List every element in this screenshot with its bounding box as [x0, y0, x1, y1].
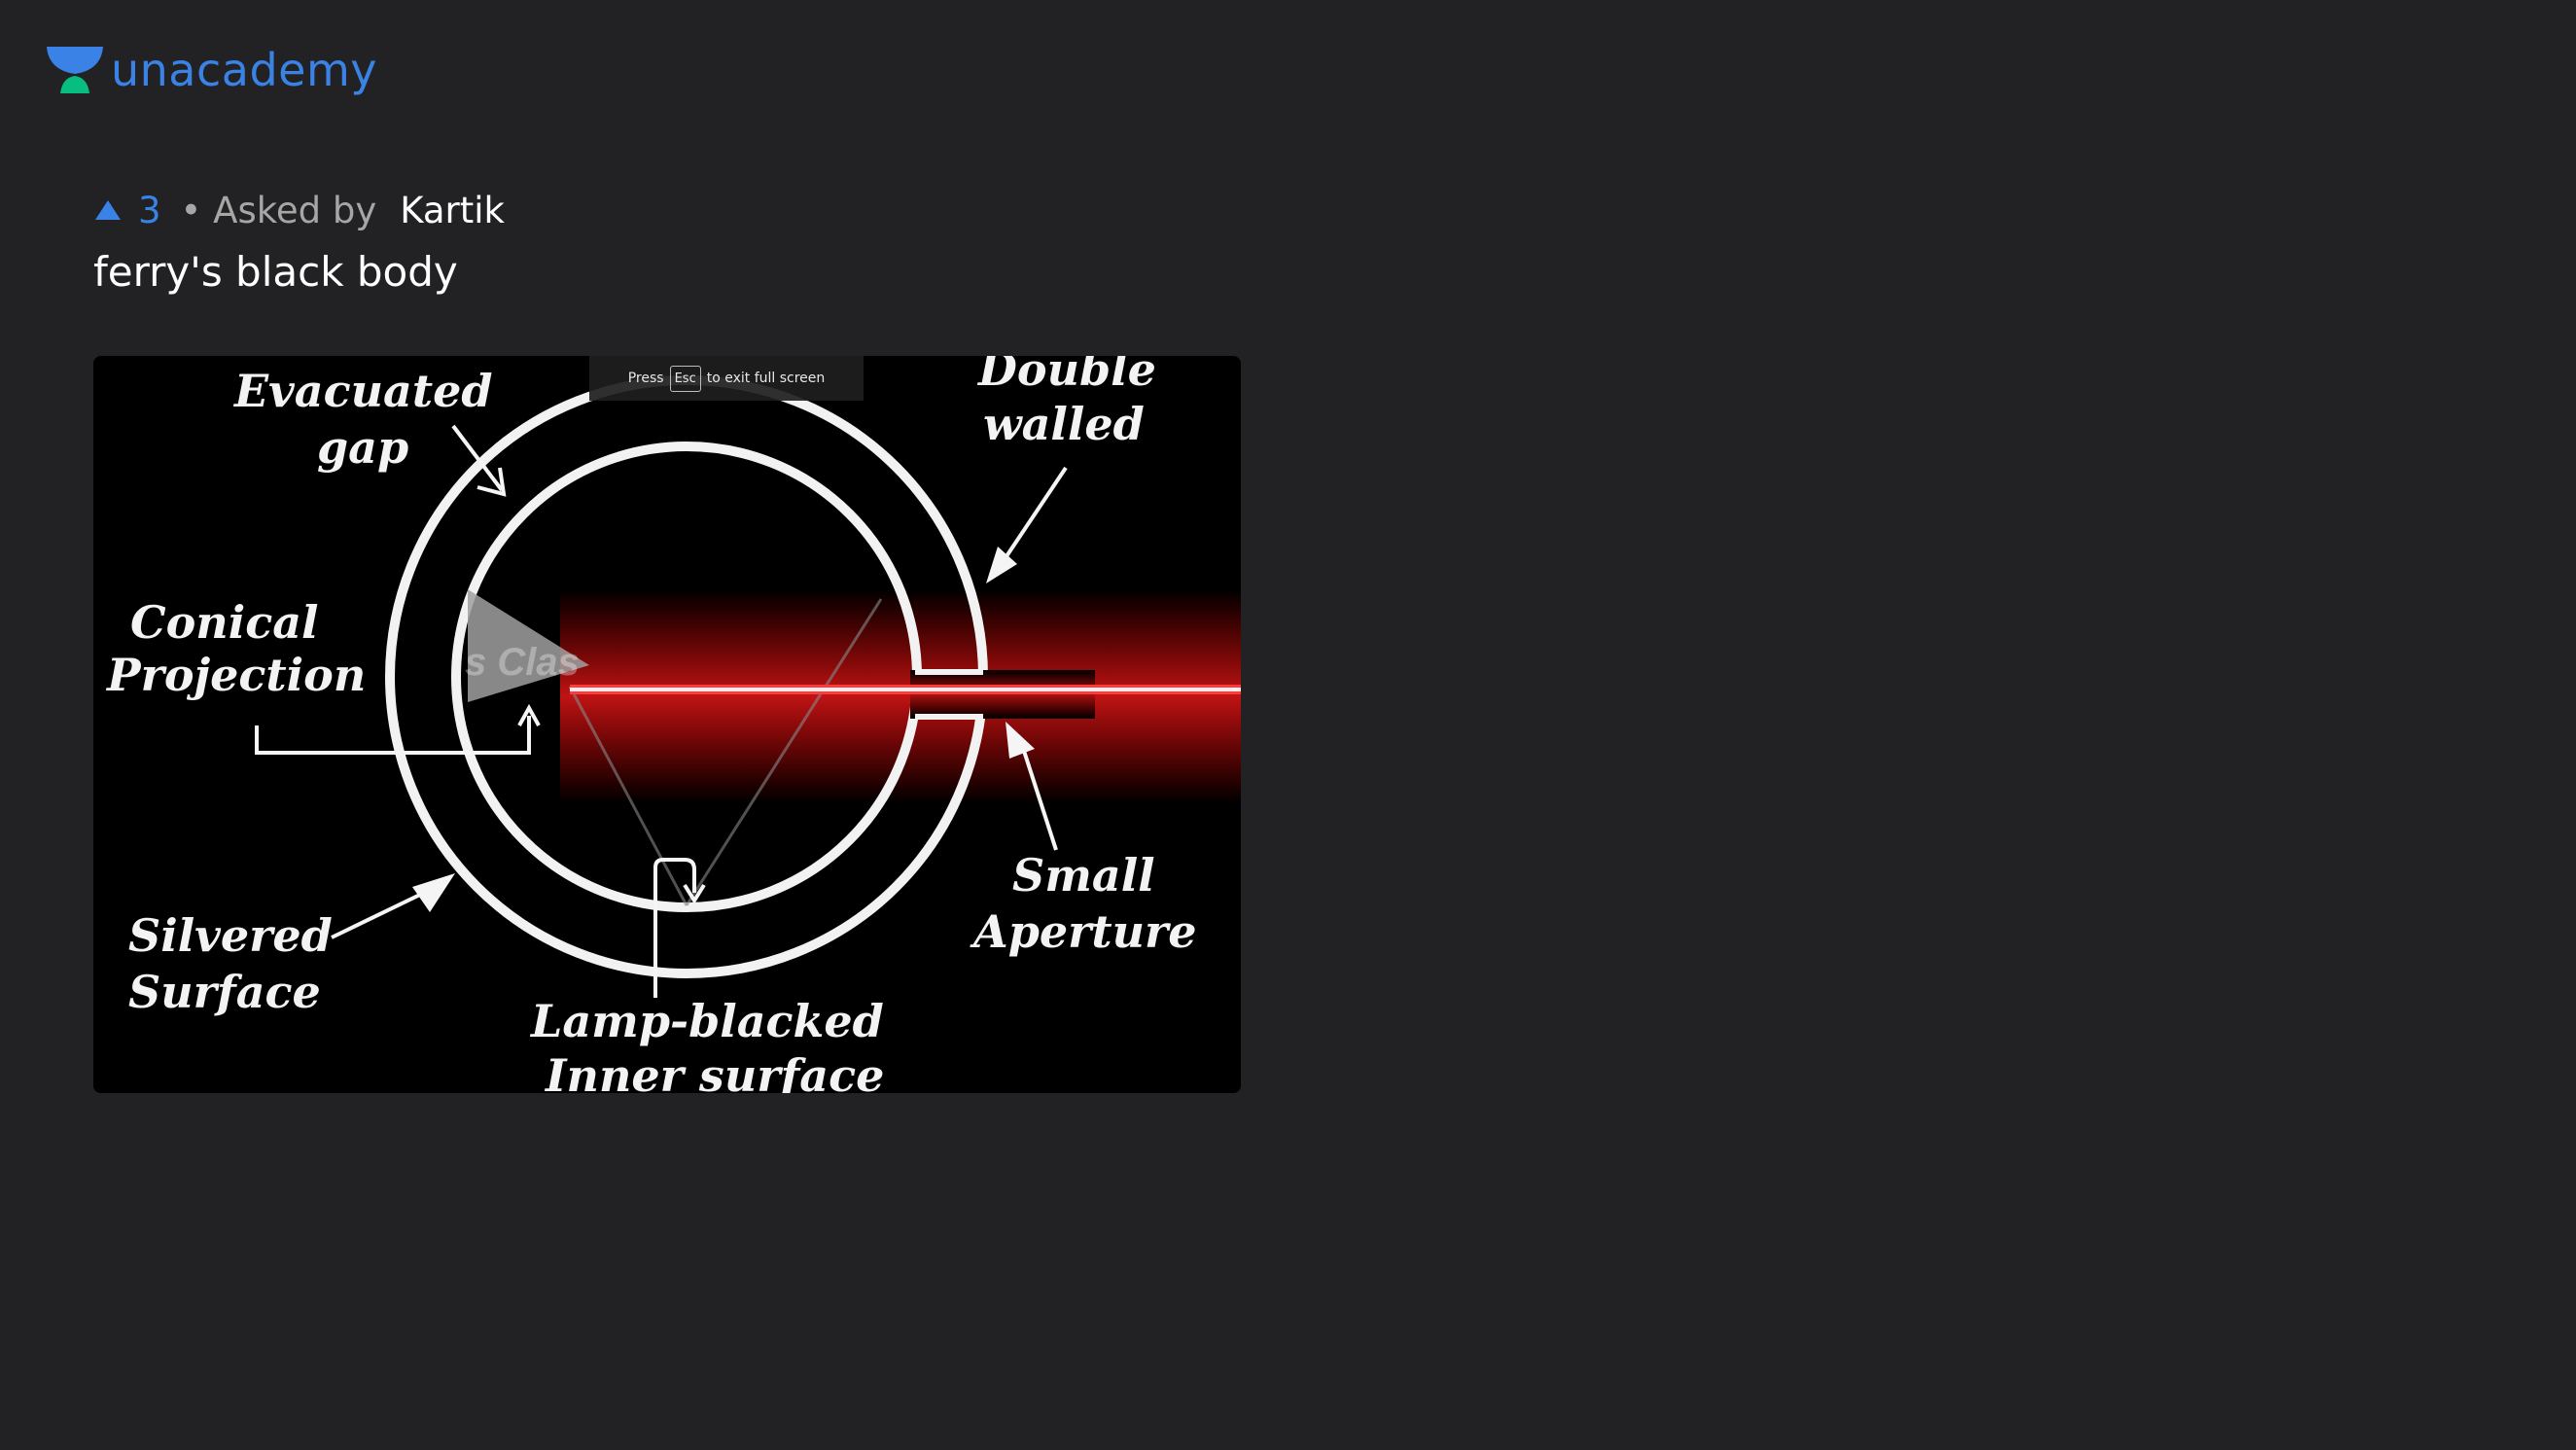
label-projection: Projection	[105, 649, 366, 701]
question-meta: 3 • Asked by Kartik	[93, 187, 505, 233]
label-surface: Surface	[128, 966, 321, 1018]
author-name[interactable]: Kartik	[400, 190, 505, 231]
question-image[interactable]: s Clas Evacuated gap Double walled Conic…	[93, 356, 1241, 1093]
page: unacademy 3 • Asked by Kartik ferry's bl…	[0, 0, 2576, 1450]
upvote-count: 3	[138, 189, 161, 231]
label-lamp-blacked: Lamp-blacked	[529, 995, 884, 1047]
question-title: ferry's black body	[93, 248, 458, 296]
label-conical: Conical	[130, 596, 319, 649]
label-silvered: Silvered	[128, 909, 333, 962]
upvote-button[interactable]: 3	[93, 190, 181, 231]
label-aperture: Aperture	[970, 905, 1197, 958]
watermark-text: s Clas	[465, 641, 580, 684]
asked-by-label: • Asked by	[180, 189, 377, 231]
logo-wordmark: unacademy	[111, 44, 378, 96]
label-walled: walled	[983, 398, 1145, 450]
black-body-diagram: s Clas Evacuated gap Double walled Conic…	[93, 356, 1241, 1093]
label-evacuated: Evacuated	[232, 365, 493, 417]
fullscreen-hint: Press Esc to exit full screen	[589, 356, 864, 401]
label-double: Double	[976, 356, 1156, 396]
label-gap: gap	[317, 421, 408, 474]
label-inner-surface: Inner surface	[544, 1049, 884, 1093]
fullscreen-hint-press: Press	[627, 371, 664, 386]
esc-key: Esc	[669, 365, 701, 392]
unacademy-logo[interactable]: unacademy	[45, 43, 377, 97]
unacademy-logo-icon	[47, 47, 103, 93]
upvote-arrow-icon	[95, 200, 121, 220]
fullscreen-hint-suffix: to exit full screen	[706, 371, 826, 386]
label-small: Small	[1012, 849, 1155, 902]
